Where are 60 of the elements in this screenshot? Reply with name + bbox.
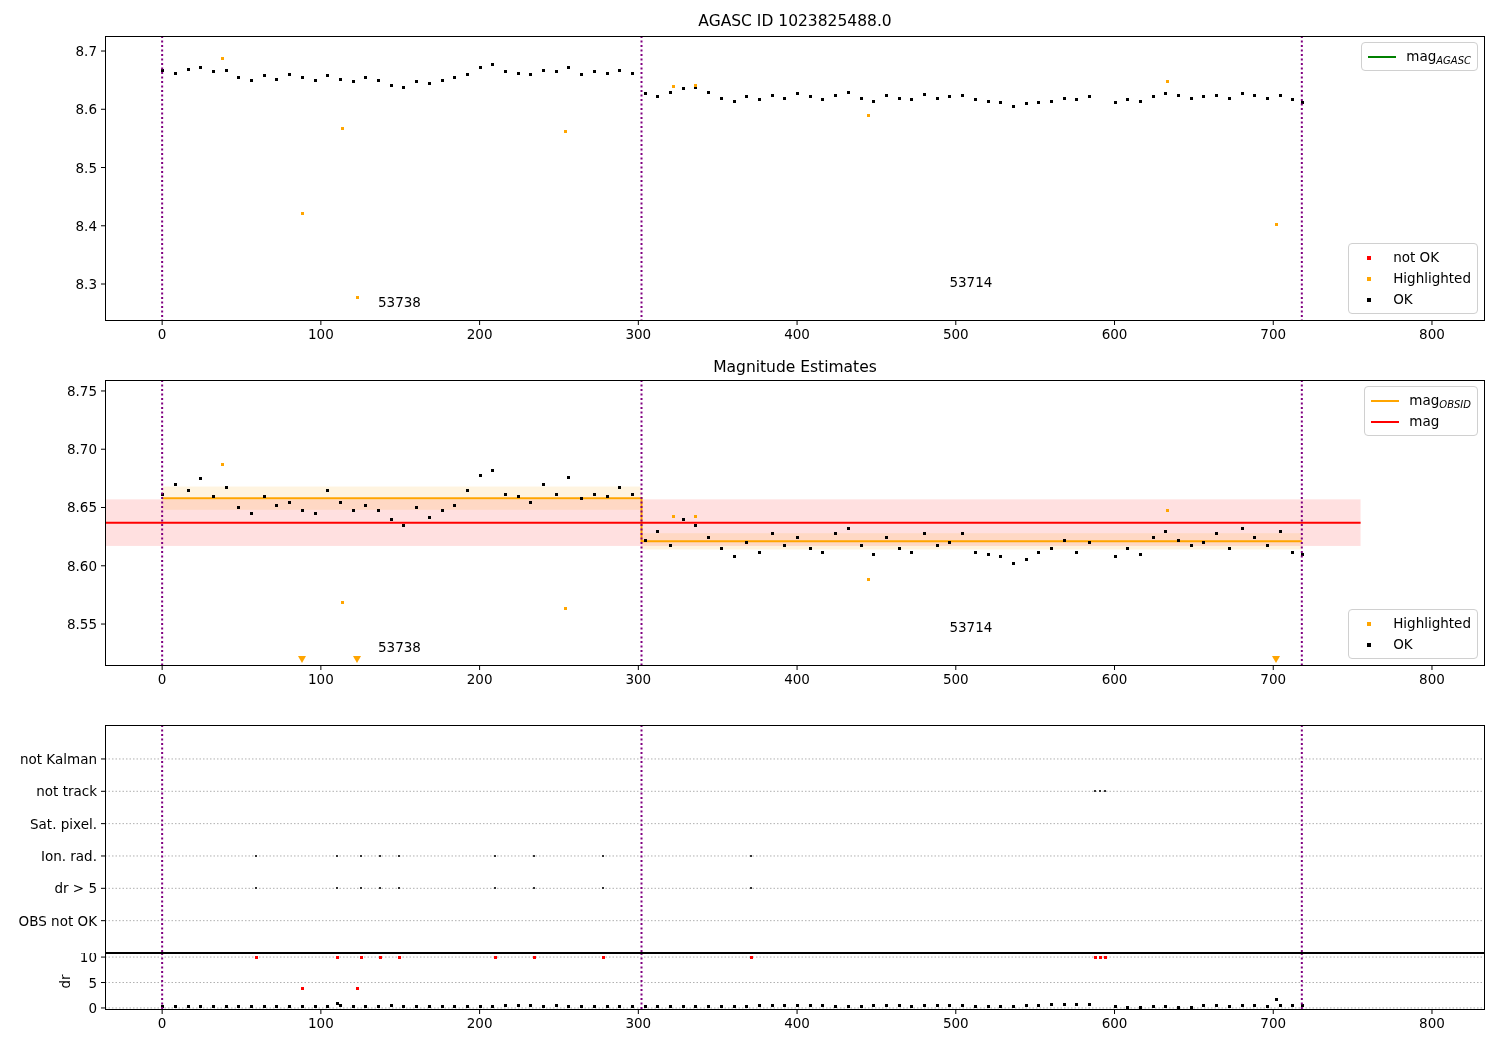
- tick-label: 8.65: [66, 499, 97, 516]
- legend-label: OK: [1393, 290, 1413, 309]
- tick-label: not track: [36, 783, 97, 800]
- legend-label: OK: [1393, 635, 1413, 654]
- legend-label: Highlighted: [1393, 269, 1471, 288]
- tick-label: 100: [308, 671, 334, 687]
- tick-label: 800: [1419, 671, 1445, 687]
- tick-label: 200: [466, 1015, 493, 1031]
- tick-label: 8.6: [75, 101, 97, 118]
- tick-label: 8.4: [75, 217, 97, 234]
- tick-label: 500: [942, 671, 969, 687]
- tick-label: 100: [308, 326, 334, 342]
- tick-label: 700: [1260, 326, 1287, 342]
- tick-label: 400: [784, 326, 810, 342]
- observation-label: 53714: [949, 273, 993, 290]
- legend-label: mag$_{OBSID}$: [1409, 391, 1471, 411]
- tick-label: 8.70: [66, 441, 97, 458]
- tick-label: Ion. rad.: [40, 848, 97, 864]
- tick-label: 700: [1260, 1015, 1287, 1031]
- tick-label: 300: [625, 326, 652, 342]
- tick-label: 300: [625, 671, 652, 687]
- chart-title: Magnitude Estimates: [713, 358, 877, 376]
- tick-label: 600: [1101, 326, 1128, 342]
- tick-label: 200: [466, 326, 493, 342]
- tick-label: 8.7: [75, 43, 97, 60]
- legend-label: mag: [1409, 412, 1440, 431]
- tick-label: 400: [784, 671, 810, 687]
- tick-label: not Kalman: [19, 750, 97, 767]
- tick-label: 8.3: [75, 276, 97, 292]
- tick-label: 800: [1419, 1015, 1445, 1031]
- tick-label: dr > 5: [54, 880, 97, 897]
- legend-label: Highlighted: [1393, 614, 1471, 633]
- tick-label: 600: [1101, 671, 1128, 687]
- tick-label: 0: [157, 1015, 167, 1031]
- tick-label: 8.75: [66, 382, 97, 399]
- tick-label: 8.5: [75, 159, 97, 176]
- tick-label: 8.55: [66, 616, 97, 633]
- tick-label: 300: [625, 1015, 652, 1031]
- observation-label: 53714: [949, 619, 993, 636]
- tick-label: 0: [157, 326, 167, 342]
- observation-label: 53738: [378, 294, 421, 310]
- tick-label: 100: [308, 1015, 334, 1031]
- tick-label: 800: [1419, 326, 1445, 342]
- observation-label: 53738: [378, 639, 421, 655]
- tick-label: 500: [942, 1015, 969, 1031]
- tick-label: OBS not OK: [18, 912, 97, 929]
- legend-label: mag$_{AGASC}$: [1406, 47, 1471, 67]
- axis-label: dr: [57, 974, 73, 989]
- tick-label: 700: [1260, 671, 1287, 687]
- tick-label: 8.60: [66, 557, 97, 574]
- tick-label: 600: [1101, 1015, 1128, 1031]
- tick-label: 5: [88, 974, 97, 991]
- legend-label: not OK: [1393, 248, 1440, 267]
- tick-label: 500: [942, 326, 969, 342]
- tick-label: 0: [88, 999, 97, 1016]
- tick-label: 400: [784, 1015, 810, 1031]
- tick-label: 200: [466, 671, 493, 687]
- chart-title: AGASC ID 1023825488.0: [698, 12, 892, 30]
- tick-label: Sat. pixel.: [30, 815, 97, 832]
- tick-label: 0: [157, 671, 167, 687]
